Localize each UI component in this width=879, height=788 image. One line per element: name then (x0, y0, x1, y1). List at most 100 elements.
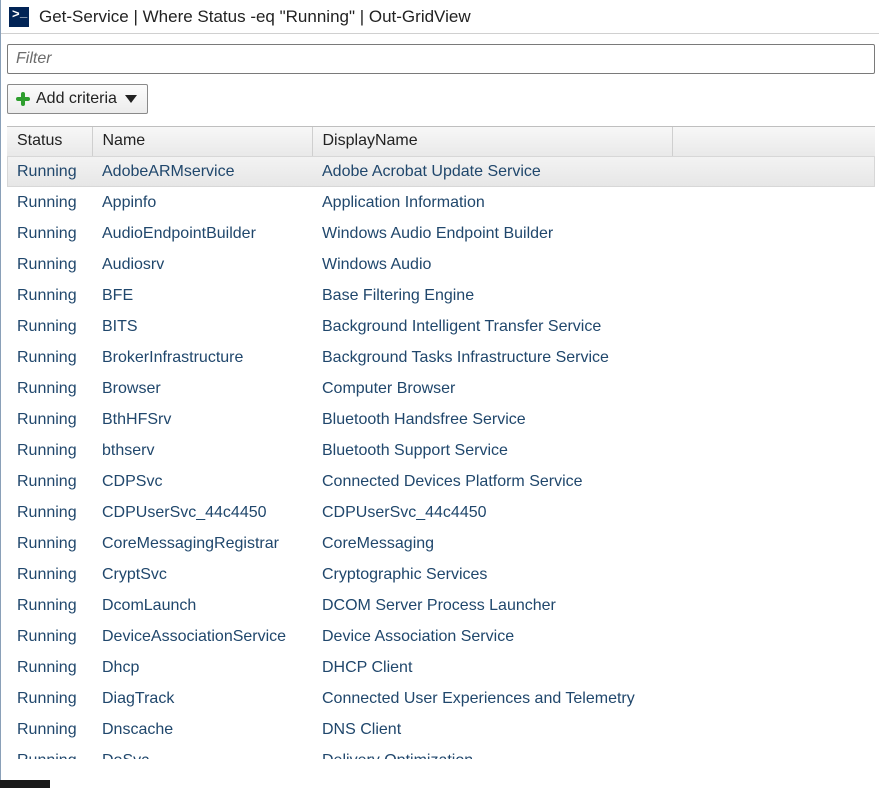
cell-empty (672, 466, 875, 497)
cell-name: AdobeARMservice (92, 156, 312, 187)
cell-name: AudioEndpointBuilder (92, 218, 312, 249)
cell-displayname: Bluetooth Support Service (312, 435, 672, 466)
cell-displayname: CoreMessaging (312, 528, 672, 559)
cell-status: Running (7, 621, 92, 652)
chevron-down-icon (125, 95, 137, 103)
cell-status: Running (7, 714, 92, 745)
cell-status: Running (7, 745, 92, 759)
cell-status: Running (7, 156, 92, 187)
cell-name: Dnscache (92, 714, 312, 745)
table-row[interactable]: RunningAudioEndpointBuilderWindows Audio… (7, 218, 875, 249)
column-header-empty[interactable] (672, 127, 875, 156)
cell-displayname: DHCP Client (312, 652, 672, 683)
table-row[interactable]: RunningCryptSvcCryptographic Services (7, 559, 875, 590)
cell-name: BthHFSrv (92, 404, 312, 435)
footer-strip (0, 780, 50, 788)
title-bar: Get-Service | Where Status -eq "Running"… (1, 0, 879, 34)
cell-name: CryptSvc (92, 559, 312, 590)
cell-displayname: Cryptographic Services (312, 559, 672, 590)
cell-name: DeviceAssociationService (92, 621, 312, 652)
cell-status: Running (7, 590, 92, 621)
cell-status: Running (7, 652, 92, 683)
cell-status: Running (7, 683, 92, 714)
cell-name: Audiosrv (92, 249, 312, 280)
cell-status: Running (7, 559, 92, 590)
table-row[interactable]: RunningDeviceAssociationServiceDevice As… (7, 621, 875, 652)
cell-name: bthserv (92, 435, 312, 466)
column-header-displayname[interactable]: DisplayName (312, 127, 672, 156)
plus-icon (16, 92, 30, 106)
cell-status: Running (7, 280, 92, 311)
cell-empty (672, 404, 875, 435)
table-row[interactable]: RunningBrowserComputer Browser (7, 373, 875, 404)
table-row[interactable]: RunningDcomLaunchDCOM Server Process Lau… (7, 590, 875, 621)
cell-empty (672, 249, 875, 280)
column-header-row: Status Name DisplayName (7, 127, 875, 156)
table-row[interactable]: RunningCDPUserSvc_44c4450CDPUserSvc_44c4… (7, 497, 875, 528)
table-row[interactable]: RunningAppinfoApplication Information (7, 187, 875, 218)
table-row[interactable]: RunningCoreMessagingRegistrarCoreMessagi… (7, 528, 875, 559)
table-row[interactable]: RunningBrokerInfrastructureBackground Ta… (7, 342, 875, 373)
table-row[interactable]: RunningBthHFSrvBluetooth Handsfree Servi… (7, 404, 875, 435)
table-row[interactable]: RunningbthservBluetooth Support Service (7, 435, 875, 466)
cell-displayname: Computer Browser (312, 373, 672, 404)
powershell-icon (9, 7, 29, 27)
cell-displayname: CDPUserSvc_44c4450 (312, 497, 672, 528)
cell-empty (672, 280, 875, 311)
cell-empty (672, 342, 875, 373)
cell-displayname: Base Filtering Engine (312, 280, 672, 311)
cell-displayname: Windows Audio Endpoint Builder (312, 218, 672, 249)
cell-empty (672, 156, 875, 187)
cell-empty (672, 590, 875, 621)
cell-name: BrokerInfrastructure (92, 342, 312, 373)
cell-empty (672, 497, 875, 528)
cell-empty (672, 435, 875, 466)
table-row[interactable]: RunningAdobeARMserviceAdobe Acrobat Upda… (7, 156, 875, 187)
cell-empty (672, 683, 875, 714)
cell-name: BITS (92, 311, 312, 342)
column-header-status[interactable]: Status (7, 127, 92, 156)
cell-displayname: DNS Client (312, 714, 672, 745)
cell-empty (672, 745, 875, 759)
cell-displayname: Windows Audio (312, 249, 672, 280)
cell-name: DoSvc (92, 745, 312, 759)
cell-status: Running (7, 249, 92, 280)
cell-status: Running (7, 497, 92, 528)
cell-name: Appinfo (92, 187, 312, 218)
grid-view[interactable]: Status Name DisplayName RunningAdobeARMs… (7, 126, 875, 759)
cell-empty (672, 714, 875, 745)
cell-status: Running (7, 187, 92, 218)
table-row[interactable]: RunningDoSvcDelivery Optimization (7, 745, 875, 759)
table-row[interactable]: RunningDhcpDHCP Client (7, 652, 875, 683)
cell-empty (672, 218, 875, 249)
cell-name: DiagTrack (92, 683, 312, 714)
cell-status: Running (7, 435, 92, 466)
cell-displayname: Connected Devices Platform Service (312, 466, 672, 497)
cell-name: CDPSvc (92, 466, 312, 497)
cell-status: Running (7, 528, 92, 559)
add-criteria-button[interactable]: Add criteria (7, 84, 148, 114)
cell-displayname: DCOM Server Process Launcher (312, 590, 672, 621)
table-row[interactable]: RunningDnscacheDNS Client (7, 714, 875, 745)
table-row[interactable]: RunningDiagTrackConnected User Experienc… (7, 683, 875, 714)
cell-empty (672, 311, 875, 342)
table-row[interactable]: RunningBFEBase Filtering Engine (7, 280, 875, 311)
cell-empty (672, 373, 875, 404)
cell-status: Running (7, 404, 92, 435)
cell-empty (672, 528, 875, 559)
window-title: Get-Service | Where Status -eq "Running"… (39, 7, 471, 27)
cell-name: CoreMessagingRegistrar (92, 528, 312, 559)
table-row[interactable]: RunningBITSBackground Intelligent Transf… (7, 311, 875, 342)
filter-input[interactable] (7, 44, 875, 74)
cell-empty (672, 559, 875, 590)
column-header-name[interactable]: Name (92, 127, 312, 156)
cell-name: DcomLaunch (92, 590, 312, 621)
table-row[interactable]: RunningCDPSvcConnected Devices Platform … (7, 466, 875, 497)
cell-name: Browser (92, 373, 312, 404)
cell-status: Running (7, 373, 92, 404)
cell-status: Running (7, 218, 92, 249)
table-row[interactable]: RunningAudiosrvWindows Audio (7, 249, 875, 280)
add-criteria-label: Add criteria (36, 90, 117, 108)
cell-displayname: Device Association Service (312, 621, 672, 652)
cell-empty (672, 187, 875, 218)
